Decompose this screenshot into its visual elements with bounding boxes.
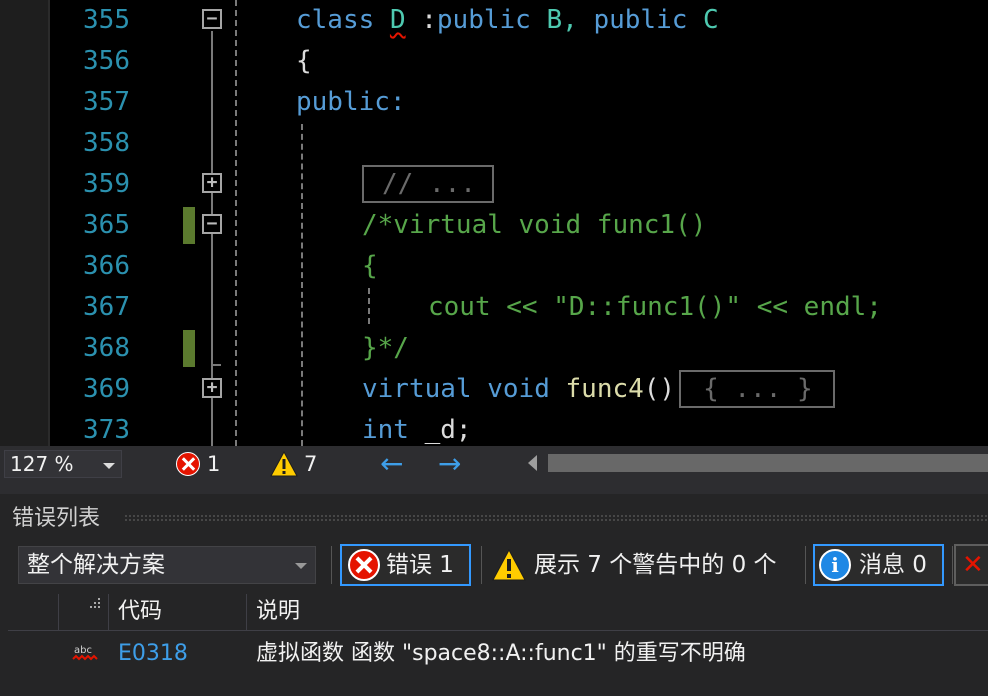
change-indicator (183, 330, 195, 367)
line-number: 366 (83, 251, 130, 281)
code-line[interactable]: 369 + virtual void func4(){ ... } (0, 369, 988, 410)
collapse-icon[interactable]: − (202, 9, 222, 29)
panel-grip[interactable] (124, 514, 988, 522)
navigate-back-icon[interactable]: ← (380, 450, 403, 478)
chevron-down-icon (295, 563, 307, 569)
code-text[interactable]: int _d; (362, 410, 472, 446)
code-text[interactable]: /*virtual void func1() (362, 205, 706, 246)
identifier: _d; (408, 415, 472, 445)
horizontal-scrollbar[interactable] (548, 454, 988, 472)
toolbar-separator (481, 546, 482, 584)
column-divider[interactable] (108, 594, 109, 630)
keyword: virtual (362, 374, 472, 404)
line-number: 359 (83, 169, 130, 199)
collapse-icon[interactable]: − (202, 214, 222, 234)
change-indicator (183, 207, 195, 244)
navigate-forward-icon[interactable]: → (438, 450, 461, 478)
line-number: 373 (83, 415, 130, 445)
class-name-error[interactable]: D (390, 5, 406, 35)
line-number: 356 (83, 46, 130, 76)
warning-icon (492, 549, 526, 581)
scope-dropdown[interactable]: 整个解决方案 (18, 546, 316, 584)
error-count: 1 (207, 452, 221, 476)
spelling-error-icon: abc (72, 645, 98, 661)
table-row[interactable]: abc E0318 虚拟函数 函数 "space8::A::func1" 的重写… (8, 634, 988, 674)
line-number: 368 (83, 333, 130, 363)
code-text[interactable]: class D :public B, public C (296, 0, 719, 41)
code-line[interactable]: 357 public: (0, 82, 988, 123)
grip-icon[interactable] (90, 598, 102, 610)
line-number: 367 (83, 292, 130, 322)
expand-icon[interactable]: + (202, 378, 222, 398)
column-divider[interactable] (246, 594, 247, 630)
punctuation: : (405, 5, 437, 35)
table-header: 代码 说明 (8, 594, 988, 631)
code-text[interactable]: // ... (362, 164, 494, 205)
zoom-dropdown[interactable]: 127 % (4, 450, 122, 478)
code-line[interactable]: 366 { (0, 246, 988, 287)
code-line[interactable]: 358 (0, 123, 988, 164)
warnings-filter-button[interactable]: 展示 7 个警告中的 0 个 (492, 544, 792, 586)
code-text[interactable]: { (296, 41, 312, 82)
code-line[interactable]: 368 }*/ (0, 328, 988, 369)
info-icon: i (819, 549, 851, 581)
errors-filter-button[interactable]: 错误 1 (340, 544, 471, 586)
clear-icon: ✕ (962, 550, 984, 580)
clear-filter-button[interactable]: ✕ (954, 544, 988, 586)
zoom-value: 127 % (10, 452, 74, 476)
panel-title: 错误列表 (12, 506, 101, 531)
toolbar-separator (952, 546, 953, 584)
line-number: 355 (83, 5, 130, 35)
line-number: 357 (83, 87, 130, 117)
panel-splitter[interactable] (0, 482, 988, 494)
code-line[interactable]: 356 { (0, 41, 988, 82)
error-icon (348, 549, 380, 581)
error-description: 虚拟函数 函数 "space8::A::func1" 的重写不明确 (256, 641, 746, 666)
code-text[interactable]: public: (296, 82, 406, 123)
line-number: 369 (83, 374, 130, 404)
errors-filter-label: 错误 1 (386, 552, 454, 578)
line-number: 365 (83, 210, 130, 240)
collapsed-region[interactable]: { ... } (679, 370, 835, 408)
code-line[interactable]: 373 int _d; (0, 410, 988, 446)
column-divider[interactable] (58, 594, 59, 630)
error-list-panel: 错误列表 整个解决方案 错误 1 展示 7 个警告中的 0 个 i 消息 0 ✕ (0, 494, 988, 696)
punctuation: () (643, 374, 676, 404)
chevron-down-icon (103, 463, 115, 469)
function-name: func4 (549, 374, 644, 404)
code-text[interactable]: virtual void func4(){ ... } (362, 369, 835, 410)
messages-filter-button[interactable]: i 消息 0 (813, 544, 944, 586)
base-class: C (687, 5, 719, 35)
keyword: public (436, 5, 531, 35)
code-text[interactable]: }*/ (362, 328, 409, 369)
keyword: public (577, 5, 688, 35)
messages-filter-label: 消息 0 (859, 552, 927, 578)
keyword: int (362, 415, 409, 445)
scope-value: 整个解决方案 (27, 552, 165, 578)
svg-text:abc: abc (74, 645, 92, 656)
warning-count: 7 (304, 452, 318, 476)
code-text[interactable]: cout << "D::func1()" << endl; (428, 287, 882, 328)
code-text[interactable]: { (362, 246, 378, 287)
code-line[interactable]: 367 cout << "D::func1()" << endl; (0, 287, 988, 328)
expand-icon[interactable]: + (202, 173, 222, 193)
code-line[interactable]: 359 + // ... (0, 164, 988, 205)
column-header-description[interactable]: 说明 (256, 594, 300, 630)
column-header-code[interactable]: 代码 (118, 594, 162, 630)
keyword: void (471, 374, 550, 404)
base-class: B, (530, 5, 578, 35)
scroll-left-arrow-icon[interactable] (528, 455, 537, 471)
toolbar-separator (331, 546, 332, 584)
toolbar-separator (805, 546, 806, 584)
code-line[interactable]: 365 − /*virtual void func1() (0, 205, 988, 246)
collapsed-region[interactable]: // ... (362, 165, 494, 203)
keyword: class (296, 5, 375, 35)
code-line[interactable]: 355 − class D :public B, public C (0, 0, 988, 41)
error-icon (176, 452, 200, 476)
line-number: 358 (83, 128, 130, 158)
error-code-link[interactable]: E0318 (118, 634, 188, 674)
warnings-filter-label: 展示 7 个警告中的 0 个 (534, 552, 777, 578)
code-editor[interactable]: 355 − class D :public B, public C 356 { … (0, 0, 988, 446)
warning-icon (270, 451, 298, 477)
